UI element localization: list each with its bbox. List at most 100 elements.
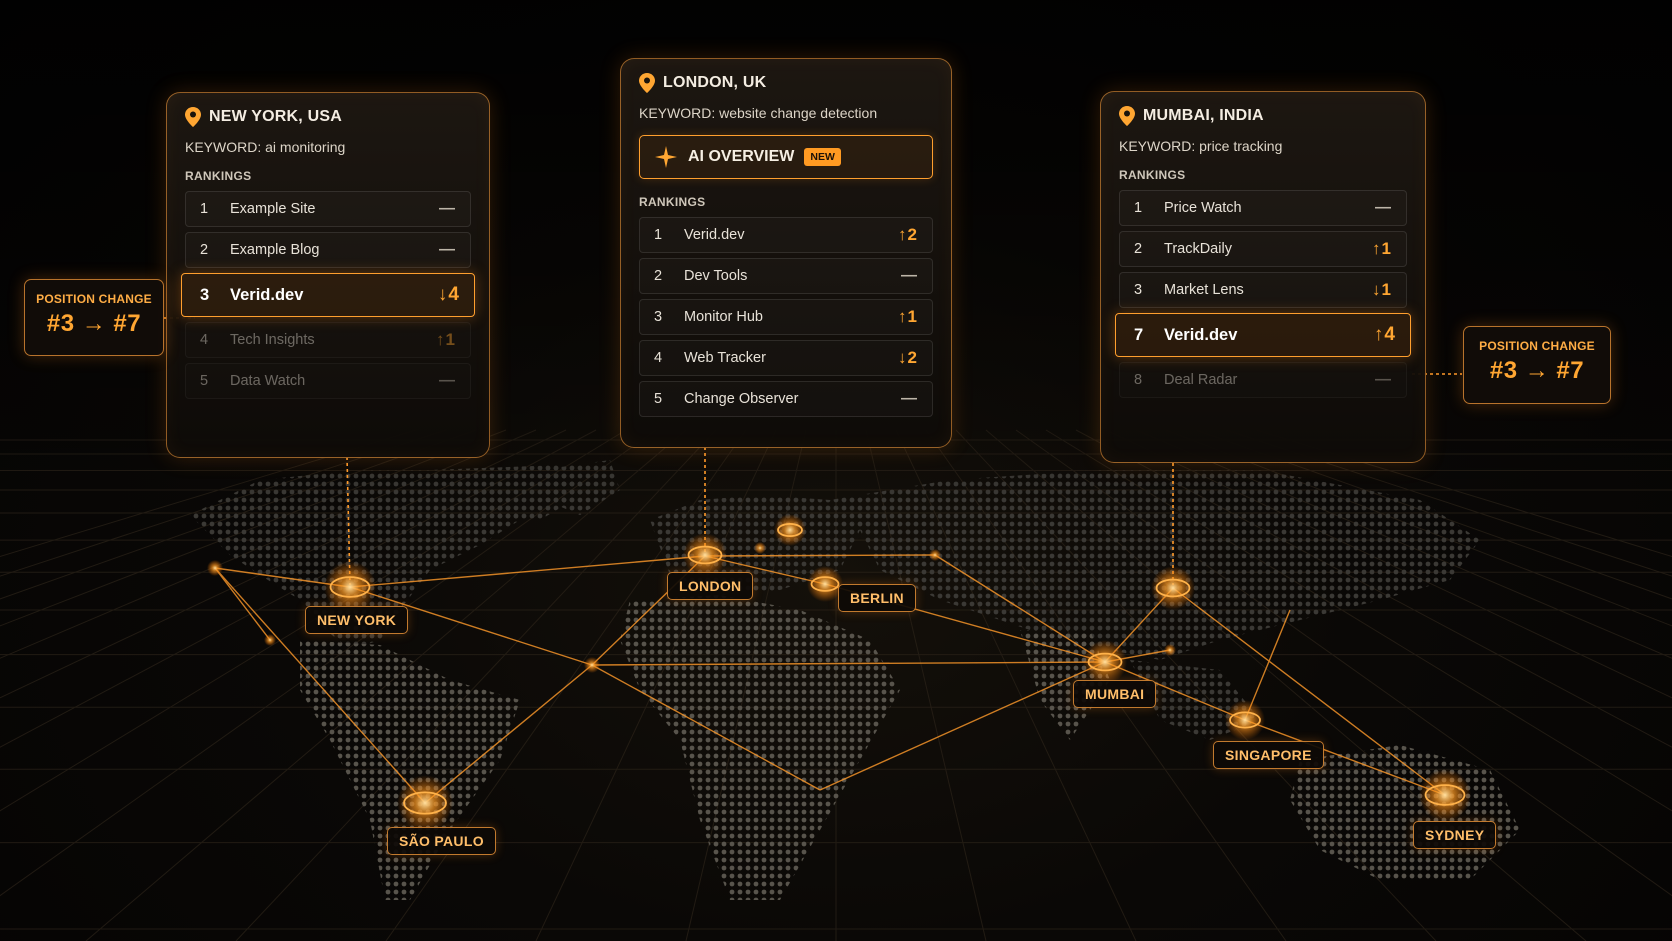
junction-node-glow bbox=[1164, 644, 1176, 656]
rankings-heading: RANKINGS bbox=[185, 169, 252, 183]
ranking-row: 4 Web Tracker ↓2 bbox=[639, 340, 933, 376]
location-pin-icon bbox=[1119, 106, 1135, 126]
site-name: Verid.dev bbox=[1164, 325, 1238, 344]
site-name: Price Watch bbox=[1164, 200, 1242, 216]
rank-change: — bbox=[439, 241, 456, 258]
location-pin-icon bbox=[639, 73, 655, 93]
rank-change: — bbox=[1375, 371, 1392, 388]
card-location: NEW YORK, USA bbox=[185, 107, 471, 127]
site-name: Tech Insights bbox=[230, 332, 315, 348]
rank-number: 2 bbox=[654, 268, 663, 284]
city-label-singapore: SINGAPORE bbox=[1213, 741, 1324, 769]
city-node-glow bbox=[1083, 640, 1127, 684]
site-name: TrackDaily bbox=[1164, 241, 1232, 257]
keyword-label: KEYWORD: ai monitoring bbox=[185, 139, 346, 155]
ranking-row-highlighted: 3 Verid.dev ↓4 bbox=[181, 273, 475, 317]
ranking-row: 2 Example Blog — bbox=[185, 232, 471, 268]
rank-change: ↓4 bbox=[437, 284, 460, 305]
city-node-glow bbox=[1419, 769, 1471, 821]
ranking-card-mumbai: MUMBAI, INDIA KEYWORD: price tracking RA… bbox=[1100, 91, 1426, 463]
site-name: Verid.dev bbox=[230, 285, 304, 304]
keyword-label: KEYWORD: price tracking bbox=[1119, 138, 1283, 154]
rank-number: 8 bbox=[1134, 372, 1143, 388]
rank-change: ↑1 bbox=[1372, 239, 1392, 258]
rank-number: 2 bbox=[200, 242, 209, 258]
rankings-heading: RANKINGS bbox=[639, 195, 706, 209]
site-name: Market Lens bbox=[1164, 282, 1244, 298]
keyword-label: KEYWORD: website change detection bbox=[639, 105, 878, 121]
rank-change: ↑2 bbox=[898, 225, 918, 244]
ranking-row: 1 Example Site — bbox=[185, 191, 471, 227]
site-name: Example Site bbox=[230, 201, 316, 217]
city-label-new-york: NEW YORK bbox=[305, 606, 409, 634]
city-label-london: LONDON bbox=[667, 572, 754, 600]
rank-change: — bbox=[439, 372, 456, 389]
rank-number: 3 bbox=[654, 309, 663, 325]
rank-change: ↑1 bbox=[436, 330, 456, 349]
rank-number: 1 bbox=[1134, 200, 1143, 216]
junction-node-glow bbox=[207, 560, 223, 576]
site-name: Monitor Hub bbox=[684, 309, 763, 325]
city-node-glow bbox=[1225, 700, 1265, 740]
new-badge: NEW bbox=[804, 148, 841, 166]
position-change-value: #3 → #7 bbox=[1489, 357, 1585, 384]
rank-number: 1 bbox=[654, 227, 663, 243]
ranking-card-london: LONDON, UK KEYWORD: website change detec… bbox=[620, 58, 952, 448]
ranking-row: 3 Market Lens ↓1 bbox=[1119, 272, 1407, 308]
position-change-value: #3 → #7 bbox=[46, 310, 142, 337]
position-change-left: POSITION CHANGE #3 → #7 bbox=[24, 279, 164, 356]
rank-change: — bbox=[439, 200, 456, 217]
rank-change: ↑4 bbox=[1373, 324, 1396, 345]
site-name: Web Tracker bbox=[684, 350, 766, 366]
card-location-label: NEW YORK, USA bbox=[209, 108, 342, 125]
rank-change: ↑1 bbox=[898, 307, 918, 326]
ranking-row: 2 TrackDaily ↑1 bbox=[1119, 231, 1407, 267]
junction-node-glow bbox=[929, 549, 941, 561]
site-name: Example Blog bbox=[230, 242, 320, 258]
position-change-label: POSITION CHANGE bbox=[1479, 339, 1595, 353]
rank-change: ↓2 bbox=[898, 348, 918, 367]
ranking-row: 1 Price Watch — bbox=[1119, 190, 1407, 226]
site-name: Data Watch bbox=[230, 373, 306, 389]
ai-overview-label: AI OVERVIEW bbox=[688, 148, 795, 165]
rank-number: 7 bbox=[1134, 325, 1144, 344]
site-name: Deal Radar bbox=[1164, 372, 1238, 388]
junction-node-glow bbox=[584, 657, 600, 673]
city-label-berlin: BERLIN bbox=[838, 584, 916, 612]
ranking-row: 2 Dev Tools — bbox=[639, 258, 933, 294]
position-change-label: POSITION CHANGE bbox=[36, 292, 152, 306]
ranking-row-highlighted: 7 Verid.dev ↑4 bbox=[1115, 313, 1411, 357]
rank-change: — bbox=[1375, 199, 1392, 216]
site-name: Verid.dev bbox=[684, 227, 745, 243]
card-location: MUMBAI, INDIA bbox=[1119, 106, 1407, 126]
ranking-row: 8 Deal Radar — bbox=[1119, 362, 1407, 398]
rank-number: 3 bbox=[200, 285, 210, 304]
city-label-sydney: SYDNEY bbox=[1413, 821, 1497, 849]
junction-node-glow bbox=[264, 634, 276, 646]
rank-change: ↓1 bbox=[1372, 280, 1392, 299]
rank-number: 2 bbox=[1134, 241, 1143, 257]
rank-number: 1 bbox=[200, 201, 209, 217]
position-change-right: POSITION CHANGE #3 → #7 bbox=[1463, 326, 1611, 404]
rank-number: 4 bbox=[200, 332, 209, 348]
rank-change: — bbox=[901, 390, 918, 407]
ranking-row: 3 Monitor Hub ↑1 bbox=[639, 299, 933, 335]
site-name: Change Observer bbox=[684, 391, 799, 407]
card-location: LONDON, UK bbox=[639, 73, 933, 93]
rankings-heading: RANKINGS bbox=[1119, 168, 1186, 182]
junction-node-glow bbox=[754, 542, 766, 554]
ranking-row: 1 Verid.dev ↑2 bbox=[639, 217, 933, 253]
sparkle-icon bbox=[655, 146, 677, 168]
ranking-row: 5 Change Observer — bbox=[639, 381, 933, 417]
site-name: Dev Tools bbox=[684, 268, 748, 284]
rank-number: 4 bbox=[654, 350, 663, 366]
city-node-glow bbox=[397, 775, 453, 831]
location-pin-icon bbox=[185, 107, 201, 127]
card-location-label: MUMBAI, INDIA bbox=[1143, 107, 1264, 124]
city-label-sao-paulo: SÃO PAULO bbox=[387, 827, 496, 855]
ranking-card-new-york: NEW YORK, USA KEYWORD: ai monitoring RAN… bbox=[166, 92, 490, 458]
rank-number: 3 bbox=[1134, 282, 1143, 298]
card-location-label: LONDON, UK bbox=[663, 74, 767, 91]
city-node-glow bbox=[683, 533, 727, 577]
ranking-row: 4 Tech Insights ↑1 bbox=[185, 322, 471, 358]
